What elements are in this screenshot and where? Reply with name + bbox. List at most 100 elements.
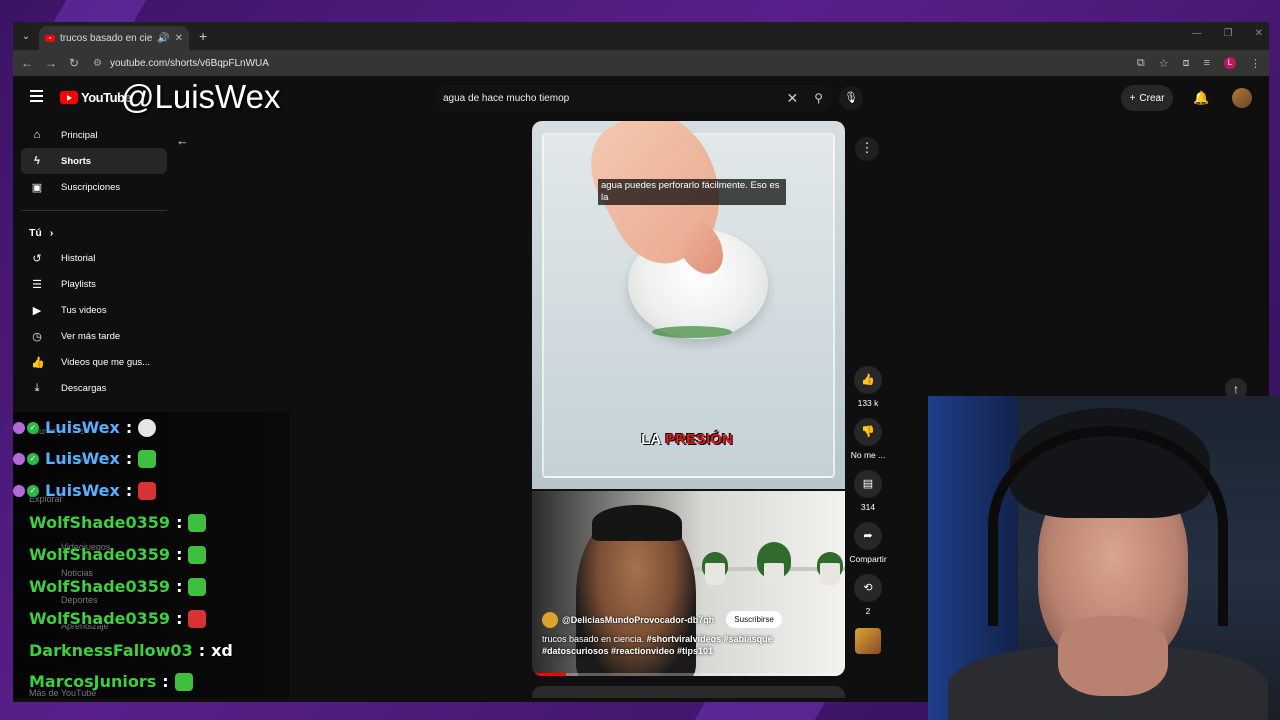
- sidebar: ⌂ Principal ϟ Shorts ▣ Suscripciones Tú …: [21, 122, 167, 401]
- sidebar-item-principal[interactable]: ⌂ Principal: [21, 122, 167, 148]
- dislike-icon[interactable]: 👎: [854, 418, 882, 446]
- remix-icon[interactable]: ⟲: [854, 574, 882, 602]
- menu-kebab-icon[interactable]: ⋮: [1250, 57, 1261, 70]
- sidebar-item-liked[interactable]: 👍 Videos que me gus...: [21, 349, 167, 375]
- site-info-icon[interactable]: ⚙: [93, 58, 102, 69]
- account-avatar[interactable]: [1232, 88, 1252, 108]
- sidebar-item-suscripciones[interactable]: ▣ Suscripciones: [21, 174, 167, 200]
- video-progress-bar[interactable]: [532, 673, 845, 676]
- sidebar-item-descargas[interactable]: ⤓ Descargas: [21, 375, 167, 401]
- you-section-title[interactable]: Tú ›: [21, 221, 167, 245]
- like-count: 133 k: [857, 398, 879, 408]
- chat-username: DarknessFallow03: [29, 641, 193, 660]
- subscribe-button[interactable]: Suscribirse: [726, 611, 782, 628]
- install-app-icon[interactable]: ⧉: [1137, 57, 1145, 70]
- video-frame-top: agua puedes perforarlo fácilmente. Eso e…: [532, 121, 845, 489]
- sidebar-item-playlists[interactable]: ☰ Playlists: [21, 271, 167, 297]
- toolbar-icons: ⧉ ☆ ⧈ ≡ L ⋮: [1137, 57, 1261, 70]
- red-emote-icon: [188, 609, 207, 628]
- sidebar-item-tus-videos[interactable]: ▶ Tus videos: [21, 297, 167, 323]
- dislike-label: No me ...: [850, 450, 886, 460]
- tab-close-icon[interactable]: ✕: [175, 33, 183, 44]
- verified-badge-icon: ✓: [27, 452, 39, 465]
- bowl-decoration: [652, 326, 732, 338]
- microphone-icon[interactable]: 🎙: [839, 86, 863, 110]
- channel-avatar[interactable]: [542, 611, 558, 628]
- search-icon[interactable]: ⚲: [814, 91, 823, 105]
- sidebar-item-shorts[interactable]: ϟ Shorts: [21, 148, 167, 174]
- badge-icon: [13, 452, 25, 465]
- next-short-preview[interactable]: [532, 686, 845, 698]
- reload-icon[interactable]: ↻: [69, 56, 79, 70]
- profile-icon[interactable]: L: [1224, 57, 1236, 69]
- history-icon: ↺: [32, 252, 42, 265]
- sidebar-item-ver-mas-tarde[interactable]: ◷ Ver más tarde: [21, 323, 167, 349]
- clear-search-icon[interactable]: ✕: [786, 90, 798, 107]
- background-stripe: [53, 0, 147, 22]
- tab-title: trucos basado en ciencia. #: [60, 32, 153, 44]
- liked-icon: 👍: [31, 356, 45, 369]
- presenter-hair: [592, 505, 682, 541]
- back-arrow-icon[interactable]: ←: [176, 133, 189, 148]
- channel-row: @DeliciasMundoProvocador-db7qh Suscribir…: [542, 611, 782, 628]
- minimize-icon[interactable]: —: [1192, 28, 1202, 39]
- stream-chat-overlay: Suscripciones Libreria Explorar Videojue…: [13, 412, 290, 698]
- share-icon[interactable]: ➦: [854, 522, 882, 550]
- green-emote-icon: [188, 513, 207, 532]
- search-box[interactable]: agua de hace mucho tiemop ✕ ⚲: [433, 85, 833, 111]
- media-icon[interactable]: ≡: [1204, 57, 1210, 69]
- create-button[interactable]: + Crear: [1121, 85, 1173, 111]
- more-options-icon[interactable]: ⋮: [855, 137, 879, 161]
- pot: [820, 563, 840, 585]
- close-window-icon[interactable]: ✕: [1255, 28, 1263, 39]
- dislike-action: 👎 No me ...: [847, 418, 889, 460]
- youtube-header: YouTube @LuisWex agua de hace mucho tiem…: [13, 76, 1269, 120]
- chat-message: MarcosJuniors:: [29, 672, 193, 691]
- restore-icon[interactable]: ❐: [1224, 28, 1233, 39]
- short-video-player[interactable]: agua puedes perforarlo fácilmente. Eso e…: [532, 121, 845, 676]
- chevron-right-icon: ›: [49, 227, 54, 239]
- like-icon[interactable]: 👍: [854, 366, 882, 394]
- sound-thumbnail[interactable]: [855, 628, 881, 654]
- hamburger-menu-icon[interactable]: [30, 90, 43, 105]
- channel-name[interactable]: @DeliciasMundoProvocador-db7qh: [562, 615, 714, 625]
- progress-fill: [532, 673, 567, 676]
- chat-message: WolfShade0359:: [29, 513, 207, 532]
- webcam-overlay: [928, 396, 1280, 720]
- your-videos-icon: ▶: [32, 304, 42, 317]
- share-action: ➦ Compartir: [847, 522, 889, 564]
- chat-badges: ✓: [13, 452, 39, 465]
- verified-badge-icon: ✓: [27, 421, 39, 434]
- overlay-white-text: LA: [641, 430, 662, 448]
- url-field[interactable]: ⚙ youtube.com/shorts/v6BqpFLnWUA: [93, 58, 1123, 69]
- create-label: Crear: [1139, 92, 1165, 104]
- youtube-favicon-icon: [45, 34, 55, 42]
- chat-separator: :: [176, 609, 183, 628]
- green-emote-icon: [138, 449, 157, 468]
- video-description[interactable]: trucos basado en ciencia. #shortviralvid…: [542, 633, 834, 657]
- back-icon[interactable]: ←: [21, 56, 33, 70]
- plus-icon: +: [1129, 92, 1136, 104]
- notifications-bell-icon[interactable]: 🔔: [1193, 90, 1209, 106]
- comments-icon[interactable]: ▤: [854, 470, 882, 498]
- new-tab-button[interactable]: +: [199, 28, 207, 44]
- chat-username: MarcosJuniors: [29, 672, 157, 691]
- extensions-icon[interactable]: ⧈: [1183, 57, 1190, 70]
- playlists-icon: ☰: [32, 278, 42, 291]
- green-emote-icon: [174, 672, 193, 691]
- bookmark-star-icon[interactable]: ☆: [1159, 57, 1169, 70]
- active-tab[interactable]: trucos basado en ciencia. # 🔊 ✕: [39, 26, 189, 50]
- video-text-overlay: LA PRESIÓN: [622, 429, 752, 449]
- address-bar: ← → ↻ ⚙ youtube.com/shorts/v6BqpFLnWUA ⧉…: [13, 50, 1269, 76]
- share-label: Compartir: [849, 554, 887, 564]
- you-title-text: Tú: [29, 227, 42, 239]
- chat-separator: :: [125, 449, 133, 468]
- chat-separator: :: [198, 641, 206, 660]
- search-input[interactable]: agua de hace mucho tiemop: [443, 93, 786, 104]
- audio-icon[interactable]: 🔊: [157, 33, 169, 44]
- sidebar-item-historial[interactable]: ↺ Historial: [21, 245, 167, 271]
- watch-later-icon: ◷: [32, 330, 42, 343]
- tab-search-icon[interactable]: ⌄: [13, 31, 39, 42]
- forward-icon[interactable]: →: [45, 56, 57, 70]
- action-bar: 👍 133 k 👎 No me ... ▤ 314 ➦ Compartir ⟲ …: [847, 366, 889, 664]
